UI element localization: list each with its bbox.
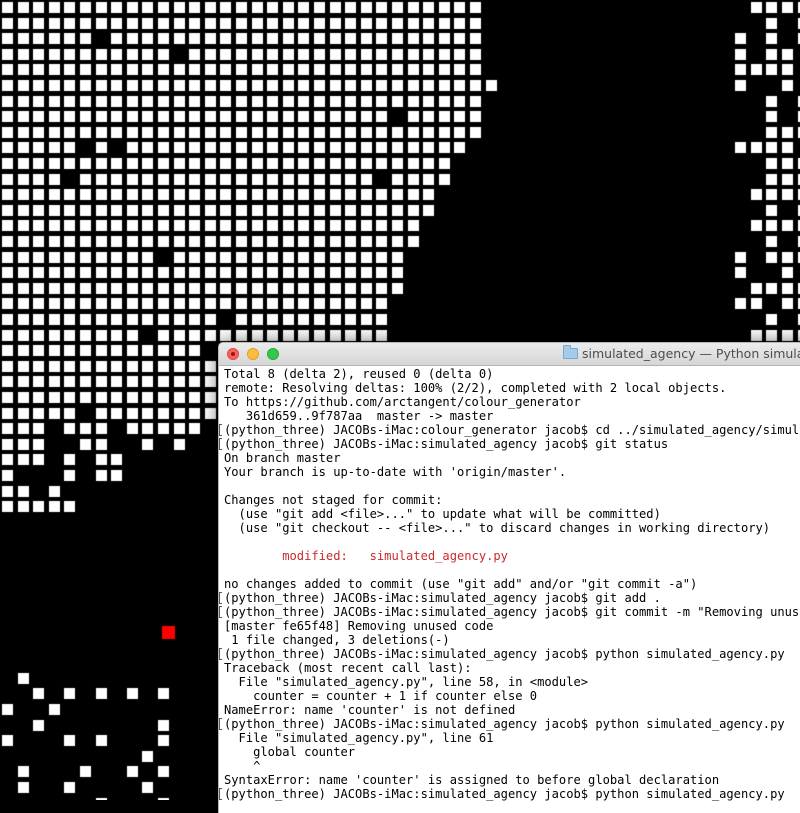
terminal-line: ^ <box>224 759 261 773</box>
terminal-prompt-line: (python_three) JACOBs-iMac:simulated_age… <box>224 437 669 451</box>
terminal-line: modified: simulated_agency.py <box>224 549 508 563</box>
line-mark-icon <box>219 438 222 450</box>
terminal-line: Total 8 (delta 2), reused 0 (delta 0) <box>224 367 494 381</box>
folder-icon <box>563 345 578 359</box>
line-mark-icon <box>219 788 222 800</box>
terminal-line: To https://github.com/arctangent/colour_… <box>224 395 581 409</box>
minimize-button[interactable] <box>247 348 259 360</box>
terminal-line: remote: Resolving deltas: 100% (2/2), co… <box>224 381 727 395</box>
terminal-line: SyntaxError: name 'counter' is assigned … <box>224 773 720 787</box>
terminal-prompt-line: (python_three) JACOBs-iMac:colour_genera… <box>224 423 800 437</box>
terminal-line: [master fe65f48] Removing unused code <box>224 619 494 633</box>
terminal-line: NameError: name 'counter' is not defined <box>224 703 516 717</box>
terminal-prompt-line: (python_three) JACOBs-iMac:simulated_age… <box>224 647 785 661</box>
terminal-line: global counter <box>224 745 356 759</box>
terminal-line: File "simulated_agency.py", line 61 <box>224 731 494 745</box>
terminal-prompt-line: (python_three) JACOBs-iMac:simulated_age… <box>224 591 661 605</box>
terminal-line: no changes added to commit (use "git add… <box>224 577 698 591</box>
terminal-window[interactable]: simulated_agency — Python simulate Total… <box>218 342 800 813</box>
terminal-line: counter = counter + 1 if counter else 0 <box>224 689 538 703</box>
close-button[interactable] <box>227 348 239 360</box>
line-mark-icon <box>219 424 222 436</box>
terminal-prompt-line: (python_three) JACOBs-iMac:simulated_age… <box>224 717 785 731</box>
terminal-line: File "simulated_agency.py", line 58, in … <box>224 675 589 689</box>
title-bar[interactable]: simulated_agency — Python simulate <box>219 343 800 366</box>
line-mark-icon <box>219 592 222 604</box>
terminal-line: Traceback (most recent call last): <box>224 661 472 675</box>
terminal-line: (use "git add <file>..." to update what … <box>224 507 661 521</box>
window-title: simulated_agency — Python simulate <box>582 346 800 361</box>
terminal-line: 1 file changed, 3 deletions(-) <box>224 633 450 647</box>
terminal-line: Changes not staged for commit: <box>224 493 443 507</box>
terminal-prompt-line: (python_three) JACOBs-iMac:simulated_age… <box>224 605 800 619</box>
zoom-button[interactable] <box>267 348 279 360</box>
terminal-prompt-line: (python_three) JACOBs-iMac:simulated_age… <box>224 787 785 801</box>
line-mark-icon <box>219 648 222 660</box>
line-mark-icon <box>219 718 222 730</box>
terminal-line: 361d659..9f787aa master -> master <box>224 409 494 423</box>
terminal-line: (use "git checkout -- <file>..." to disc… <box>224 521 771 535</box>
window-title-group: simulated_agency — Python simulate <box>563 345 800 361</box>
terminal-output[interactable]: Total 8 (delta 2), reused 0 (delta 0) rem… <box>219 367 800 801</box>
terminal-line: Your branch is up-to-date with 'origin/m… <box>224 465 567 479</box>
terminal-line: On branch master <box>224 451 341 465</box>
line-mark-icon <box>219 606 222 618</box>
